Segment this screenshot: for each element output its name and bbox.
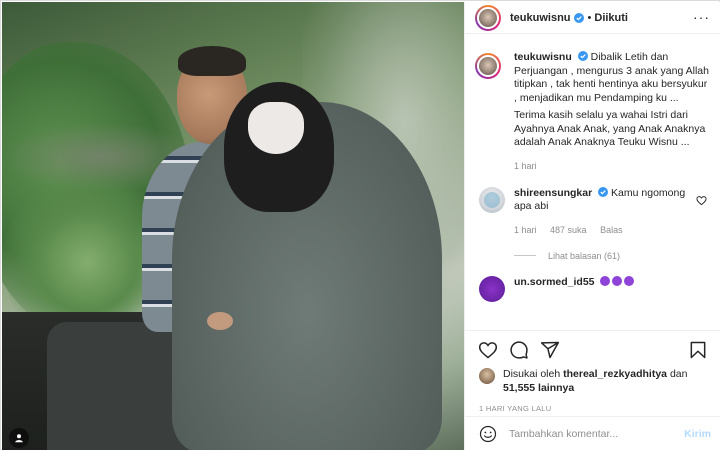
likes-summary: Disukai oleh thereal_rezkyadhitya dan 51… [465,367,720,395]
comment-input[interactable] [509,427,685,440]
follow-status-button[interactable]: Diikuti [594,12,628,24]
commenter-username[interactable]: un.sormed_id55 [514,276,595,288]
liker-avatar[interactable] [479,368,495,384]
post-photo[interactable] [2,2,464,450]
emoji-icon[interactable] [479,425,497,443]
comment-heart-icon[interactable] [696,195,707,206]
view-replies-button[interactable]: Lihat balasan (61) [465,251,720,261]
post-header: teukuwisnu • Diikuti ··· [465,2,720,34]
verified-badge-icon [577,51,588,61]
comments-list[interactable]: teukuwisnu Dibalik Letih dan Perjuangan … [465,51,720,335]
post-side-panel: teukuwisnu • Diikuti ··· teukuwisnu Diba… [464,2,720,450]
emoji-icon [623,275,634,286]
commenter-avatar[interactable] [479,186,505,213]
comment-likes[interactable]: 487 suka [550,225,587,235]
comment-icon[interactable] [509,340,529,360]
author-avatar[interactable] [475,4,501,31]
emoji-icon [611,275,622,286]
user-tag-icon[interactable] [9,428,29,448]
photo-face-mask [248,102,304,154]
commenter-username[interactable]: shireensungkar [514,187,592,199]
post-actions-section: Disukai oleh thereal_rezkyadhitya dan 51… [465,330,720,413]
caption-time[interactable]: 1 hari [514,161,709,171]
heart-icon[interactable] [478,340,498,360]
add-comment-bar: Kirim [465,416,720,450]
photo-hand [207,312,233,330]
share-icon[interactable] [540,340,560,360]
more-options-icon[interactable]: ··· [693,10,710,24]
view-replies-label: Lihat balasan (61) [548,250,621,261]
emoji-icon [599,275,610,286]
likes-others-count[interactable]: 51,555 lainnya [503,382,574,394]
post-comment-button[interactable]: Kirim [684,428,711,440]
action-bar [465,331,720,367]
photo-man-hair [178,46,246,76]
instagram-post-window: teukuwisnu • Diikuti ··· teukuwisnu Diba… [0,0,720,450]
verified-badge-icon [573,12,584,23]
liker-username[interactable]: thereal_rezkyadhitya [563,368,667,380]
post-caption: teukuwisnu Dibalik Letih dan Perjuangan … [465,51,720,171]
commenter-avatar[interactable] [479,275,505,302]
bookmark-icon[interactable] [688,340,708,360]
verified-badge-icon [598,186,609,197]
reply-button[interactable]: Balas [600,225,623,235]
caption-text: teukuwisnu Dibalik Letih dan Perjuangan … [514,51,709,105]
caption-author-avatar[interactable] [475,53,501,79]
comment-meta: 1 hari 487 suka Balas [514,225,693,235]
comment-time[interactable]: 1 hari [514,225,537,235]
author-username[interactable]: teukuwisnu [510,12,571,24]
likes-connector: dan [669,368,688,380]
comment-item: shireensungkar Kamu ngomong apa abi 1 ha… [465,186,720,235]
comment-item: un.sormed_id55 [465,275,720,302]
replies-divider [514,255,536,256]
post-timestamp[interactable]: 1 HARI YANG LALU [465,404,720,413]
caption-paragraph-2: Terima kasih selalu ya wahai Istri dari … [514,109,706,148]
caption-username[interactable]: teukuwisnu [514,51,572,63]
comment-text: shireensungkar Kamu ngomong apa abi [514,186,693,214]
likes-prefix: Disukai oleh [503,368,561,380]
header-separator: • [587,11,592,24]
